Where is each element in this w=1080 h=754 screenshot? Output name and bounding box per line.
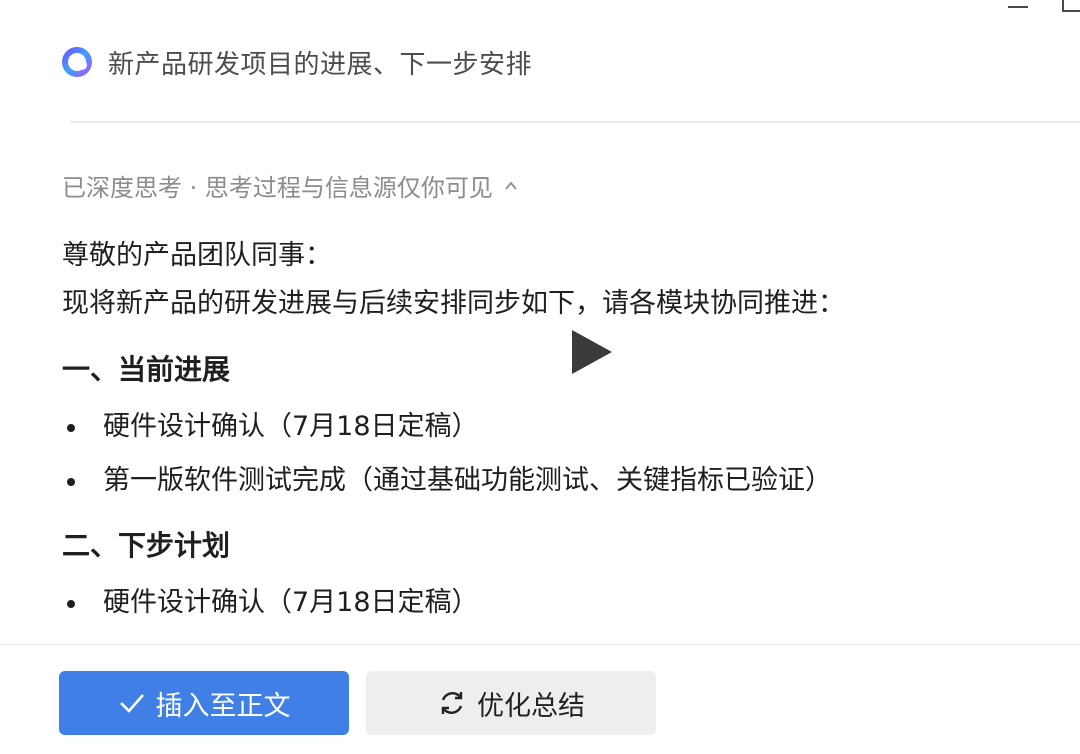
optimize-button-label: 优化总结 — [477, 690, 585, 722]
list-item: 硬件设计确认（7月18日定稿） — [62, 576, 1040, 630]
optimize-button[interactable]: 优化总结 — [366, 671, 656, 735]
page-title: 新产品研发项目的进展、下一步安排 — [108, 49, 533, 80]
list-item: 硬件设计确认（7月18日定稿） — [62, 400, 1040, 454]
action-bar: 插入至正文 优化总结 — [0, 644, 1080, 754]
thinking-toggle[interactable]: 已深度思考 · 思考过程与信息源仅你可见 — [62, 168, 517, 203]
thinking-label: 已深度思考 · 思考过程与信息源仅你可见 — [62, 174, 493, 202]
ring-logo-icon — [62, 47, 92, 77]
section-heading: 二、下步计划 — [62, 529, 231, 562]
section-list: 硬件设计确认（7月18日定稿） — [62, 576, 1040, 630]
chevron-up-icon — [505, 181, 517, 190]
insert-button[interactable]: 插入至正文 — [59, 671, 349, 735]
greeting: 尊敬的产品团队同事： — [62, 240, 332, 271]
maximize-icon[interactable] — [1062, 0, 1080, 12]
header-divider — [70, 121, 1080, 123]
play-icon[interactable] — [548, 302, 640, 402]
check-icon — [119, 694, 144, 713]
section-list: 硬件设计确认（7月18日定稿） 第一版软件测试完成（通过基础功能测试、关键指标已… — [62, 400, 1040, 508]
insert-button-label: 插入至正文 — [155, 690, 291, 722]
summary-content: 尊敬的产品团队同事： 现将新产品的研发进展与后续安排同步如下，请各模块协同推进：… — [62, 232, 1040, 630]
header: 新产品研发项目的进展、下一步安排 — [60, 40, 532, 84]
window-controls — [960, 0, 1080, 20]
refresh-icon — [441, 692, 463, 714]
minimize-icon[interactable] — [1008, 6, 1028, 8]
list-item: 第一版软件测试完成（通过基础功能测试、关键指标已验证） — [62, 454, 1040, 508]
